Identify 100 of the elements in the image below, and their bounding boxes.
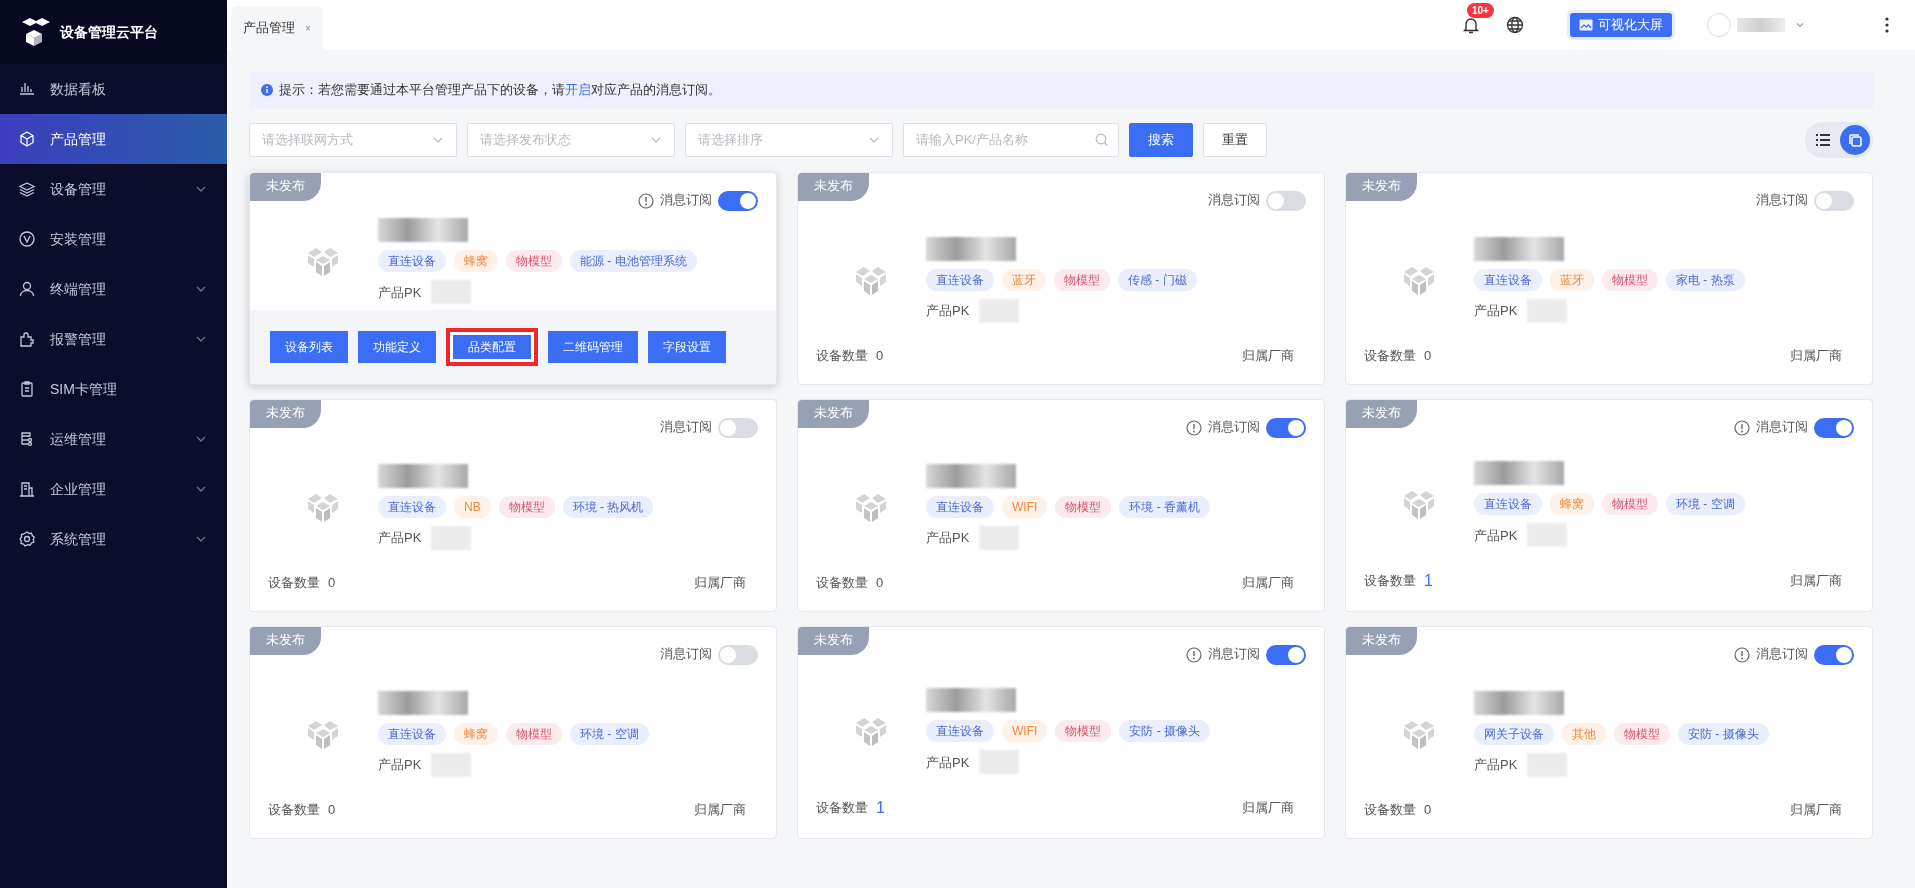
device-count-label: 设备数量: [816, 799, 868, 817]
sidebar-item[interactable]: 设备管理: [0, 164, 227, 214]
device-count-label: 设备数量: [1364, 572, 1416, 590]
action-button[interactable]: 品类配置: [446, 327, 538, 366]
cards-icon: [1848, 132, 1862, 147]
visual-screen-button[interactable]: 可视化大屏: [1567, 9, 1675, 41]
sidebar-item[interactable]: 系统管理: [0, 514, 227, 564]
product-tag: 物模型: [498, 495, 555, 518]
globe-icon[interactable]: [1505, 15, 1525, 35]
product-tag: WIFI: [1002, 495, 1048, 518]
cube-logo-icon: [306, 245, 340, 278]
bar-chart-icon: [18, 80, 36, 98]
vendor-label: 归属厂商: [1790, 801, 1842, 820]
pk-label: 产品PK: [1474, 526, 1518, 545]
reset-button[interactable]: 重置: [1203, 122, 1267, 157]
device-count-label: 设备数量: [816, 347, 868, 366]
info-icon: [1734, 646, 1750, 663]
cube-icon: [18, 130, 36, 148]
sidebar-item[interactable]: 安装管理: [0, 214, 227, 264]
sidebar-item[interactable]: SIM卡管理: [0, 364, 227, 414]
vendor-label: 归属厂商: [1790, 572, 1842, 590]
sidebar-item[interactable]: 企业管理: [0, 464, 227, 514]
device-count: 0: [1424, 801, 1432, 820]
product-tag: 蓝牙: [1002, 268, 1046, 291]
chevron-down-icon[interactable]: [1795, 20, 1805, 30]
product-tag: 物模型: [1614, 722, 1670, 745]
device-count-label: 设备数量: [268, 574, 320, 593]
subscription-switch[interactable]: [1814, 644, 1854, 665]
bell-icon[interactable]: [1461, 15, 1481, 36]
subscription-switch[interactable]: [1814, 417, 1854, 438]
device-count: 0: [876, 574, 884, 593]
device-count: 0: [328, 574, 336, 593]
subscription-label: 消息订阅: [1208, 192, 1260, 210]
product-tag: 物模型: [1602, 493, 1658, 516]
product-tag: 物模型: [506, 250, 562, 273]
pk-label: 产品PK: [378, 283, 422, 302]
product-tag: 物模型: [1055, 495, 1112, 518]
product-tag: 能源 - 电池管理系统: [570, 250, 697, 273]
info-icon: [1186, 419, 1202, 436]
sidebar-item[interactable]: 终端管理: [0, 264, 227, 314]
enable-link[interactable]: 开启: [565, 83, 591, 97]
product-tag: 直连设备: [1474, 268, 1542, 291]
sidebar-item[interactable]: 报警管理: [0, 314, 227, 364]
pk-label: 产品PK: [378, 755, 422, 774]
vendor-label: 归属厂商: [694, 801, 746, 820]
sidebar-item[interactable]: 运维管理: [0, 414, 227, 464]
search-field[interactable]: 请输入PK/产品名称: [903, 122, 1119, 157]
subscription-label: 消息订阅: [1756, 192, 1808, 210]
user-icon: [18, 280, 36, 298]
subscription-label: 消息订阅: [1756, 646, 1808, 664]
device-count: 0: [1424, 347, 1432, 366]
puzzle-icon: [18, 330, 36, 348]
product-tag: 传感 - 门磁: [1118, 268, 1197, 291]
pk-label: 产品PK: [1474, 755, 1518, 774]
product-tag: 直连设备: [926, 268, 994, 291]
subscription-switch[interactable]: [718, 644, 758, 665]
sidebar-item[interactable]: 数据看板: [0, 64, 227, 114]
product-tag: 物模型: [1602, 268, 1658, 291]
action-button[interactable]: 设备列表: [270, 330, 348, 363]
v-circle-icon: [18, 230, 36, 248]
subscription-label: 消息订阅: [1208, 419, 1260, 437]
subscription-switch[interactable]: [1266, 190, 1306, 211]
action-button[interactable]: 二维码管理: [548, 330, 638, 363]
blurred-username: [1737, 18, 1785, 32]
status-tag: 未发布: [250, 399, 321, 428]
page-tab[interactable]: 产品管理 ×: [231, 6, 323, 50]
product-tag: 蜂窝: [454, 722, 498, 745]
subscription-switch[interactable]: [718, 190, 758, 211]
product-tag: 直连设备: [926, 495, 994, 518]
product-tag: NB: [454, 495, 491, 518]
search-button[interactable]: 搜索: [1129, 122, 1193, 157]
status-tag: 未发布: [1346, 626, 1417, 655]
list-icon: [1816, 132, 1830, 147]
device-count-label: 设备数量: [1364, 347, 1416, 366]
vendor-label: 归属厂商: [1242, 574, 1294, 593]
action-button[interactable]: 功能定义: [358, 330, 436, 363]
cube-logo-icon: [854, 715, 888, 748]
close-icon[interactable]: ×: [305, 20, 311, 36]
picture-icon: [1579, 19, 1593, 31]
status-tag: 未发布: [1346, 399, 1417, 428]
product-tag: 其他: [1562, 722, 1606, 745]
device-count: 1: [1424, 570, 1433, 591]
status-tag: 未发布: [798, 399, 869, 428]
product-tag: 安防 - 摄像头: [1678, 722, 1769, 745]
action-button[interactable]: 字段设置: [648, 330, 726, 363]
sidebar-item[interactable]: 产品管理: [0, 114, 227, 164]
subscription-switch[interactable]: [1814, 190, 1854, 211]
info-icon: [1186, 646, 1202, 663]
subscription-switch[interactable]: [1266, 644, 1306, 665]
subscription-switch[interactable]: [1266, 417, 1306, 438]
pk-label: 产品PK: [1474, 301, 1518, 320]
status-tag: 未发布: [250, 626, 321, 655]
product-tag: 直连设备: [378, 495, 446, 518]
product-tag: 安防 - 摄像头: [1119, 720, 1210, 743]
product-tag: 直连设备: [378, 250, 446, 273]
subscription-switch[interactable]: [718, 417, 758, 438]
vendor-label: 归属厂商: [1242, 347, 1294, 366]
product-tag: 家电 - 热泵: [1666, 268, 1745, 291]
product-tag: 直连设备: [926, 720, 994, 743]
more-icon[interactable]: [1885, 17, 1889, 33]
